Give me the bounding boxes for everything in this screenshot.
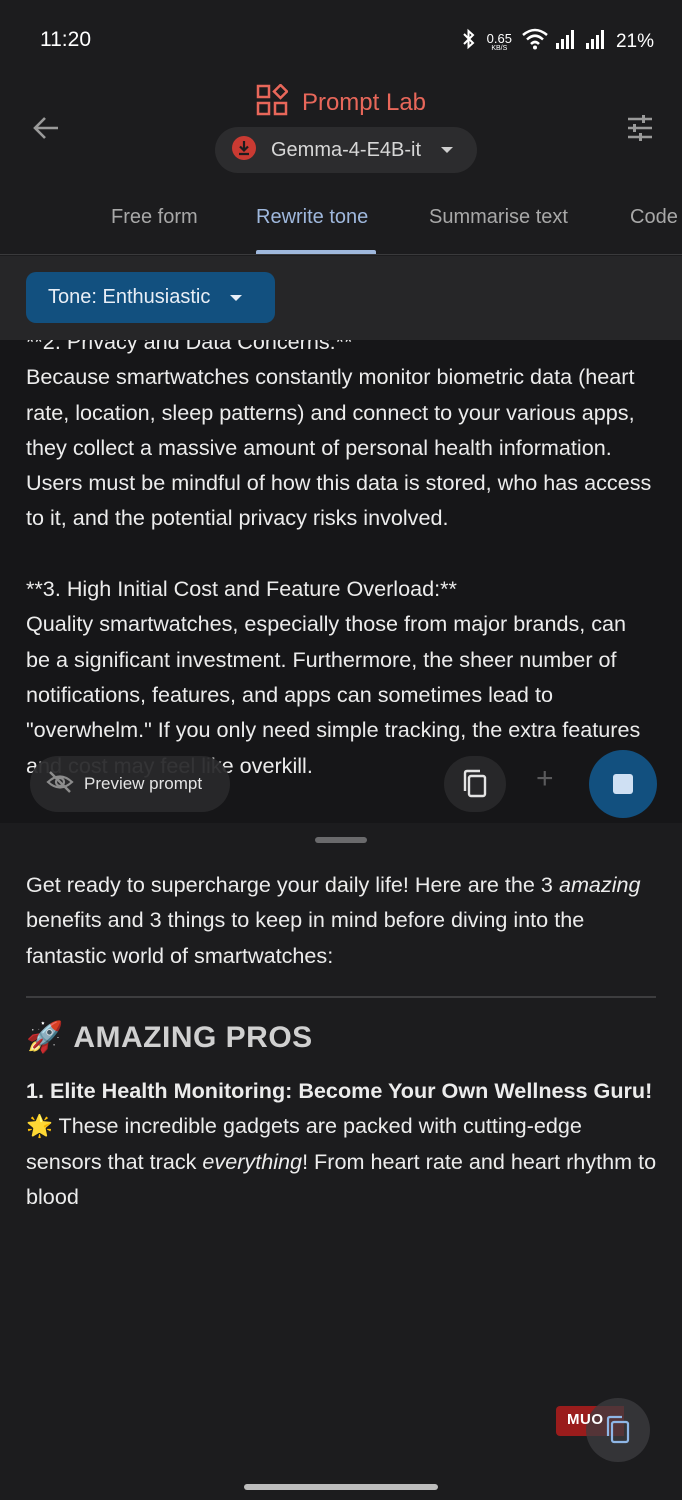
preview-prompt-button[interactable]: Preview prompt	[30, 756, 230, 812]
tab-indicator	[256, 250, 376, 254]
tone-area: Tone: Enthusiastic	[0, 256, 682, 340]
tab-bar: Free form Rewrite tone Summarise text Co…	[0, 200, 682, 255]
prompt-text[interactable]: **2. Privacy and Data Concerns:** Becaus…	[26, 340, 656, 783]
tone-label: Tone: Enthusiastic	[48, 286, 211, 308]
tab-rewrite-tone[interactable]: Rewrite tone	[256, 206, 368, 229]
chevron-down-icon	[230, 294, 243, 301]
signal-icon	[585, 29, 608, 54]
wifi-icon	[522, 28, 548, 55]
plus-icon: +	[536, 762, 554, 795]
net-speed-value: 0.65	[486, 30, 512, 46]
copy-button[interactable]	[444, 756, 506, 812]
prompt-input-pane[interactable]: **2. Privacy and Data Concerns:** Becaus…	[0, 340, 682, 823]
model-selector[interactable]: Gemma-4-E4B-it	[215, 127, 477, 173]
rocket-icon: 🚀	[26, 1021, 64, 1054]
stop-icon	[613, 774, 633, 794]
title-row: Prompt Lab	[0, 83, 682, 121]
pro-item-title: 1. Elite Health Monitoring: Become Your …	[26, 1078, 653, 1103]
intro-text: Get ready to supercharge your daily life…	[26, 872, 559, 897]
signal-icon	[555, 29, 578, 54]
tab-summarise-text[interactable]: Summarise text	[429, 206, 568, 229]
prompt-lab-icon	[256, 83, 289, 121]
app-title: Prompt Lab	[301, 88, 427, 116]
tune-icon	[628, 115, 652, 141]
copy-icon	[463, 769, 487, 798]
model-name: Gemma-4-E4B-it	[271, 138, 422, 161]
download-icon	[231, 135, 257, 166]
preview-prompt-label: Preview prompt	[84, 774, 203, 793]
battery-level: 21%	[615, 30, 654, 52]
home-indicator[interactable]	[244, 1484, 438, 1490]
drag-handle[interactable]	[315, 837, 367, 843]
status-bar: 11:20 0.65 KB/S 21%	[0, 0, 682, 80]
overlay-copy-icon	[606, 1415, 630, 1444]
divider	[26, 996, 656, 998]
response-intro: Get ready to supercharge your daily life…	[26, 867, 661, 973]
net-speed: 0.65 KB/S	[487, 32, 512, 52]
muo-watermark: MUO	[556, 1398, 650, 1462]
eye-off-icon	[46, 770, 74, 799]
chevron-down-icon	[441, 147, 454, 153]
stop-button[interactable]	[589, 750, 657, 818]
net-speed-unit: KB/S	[491, 44, 508, 52]
status-icons: 0.65 KB/S 21%	[461, 28, 654, 55]
intro-text: benefits and 3 things to keep in mind be…	[26, 907, 585, 968]
bluetooth-icon	[461, 28, 477, 55]
watermark-text: MUO	[567, 1411, 604, 1428]
app-bar: Prompt Lab Gemma-4-E4B-it Free form Rewr…	[0, 80, 682, 255]
section-heading: 🚀 AMAZING PROS	[26, 1020, 313, 1055]
section-title: AMAZING PROS	[73, 1020, 313, 1054]
tab-code[interactable]: Code	[630, 206, 678, 229]
star-icon: 🌟	[26, 1113, 53, 1139]
response-body: 1. Elite Health Monitoring: Become Your …	[26, 1073, 661, 1214]
status-time: 11:20	[40, 28, 91, 51]
intro-emphasis: amazing	[558, 872, 641, 897]
tone-dropdown[interactable]: Tone: Enthusiastic	[26, 272, 275, 323]
settings-button[interactable]	[622, 110, 658, 146]
pro-item-emphasis: everything	[202, 1148, 303, 1174]
tab-free-form[interactable]: Free form	[111, 206, 198, 229]
